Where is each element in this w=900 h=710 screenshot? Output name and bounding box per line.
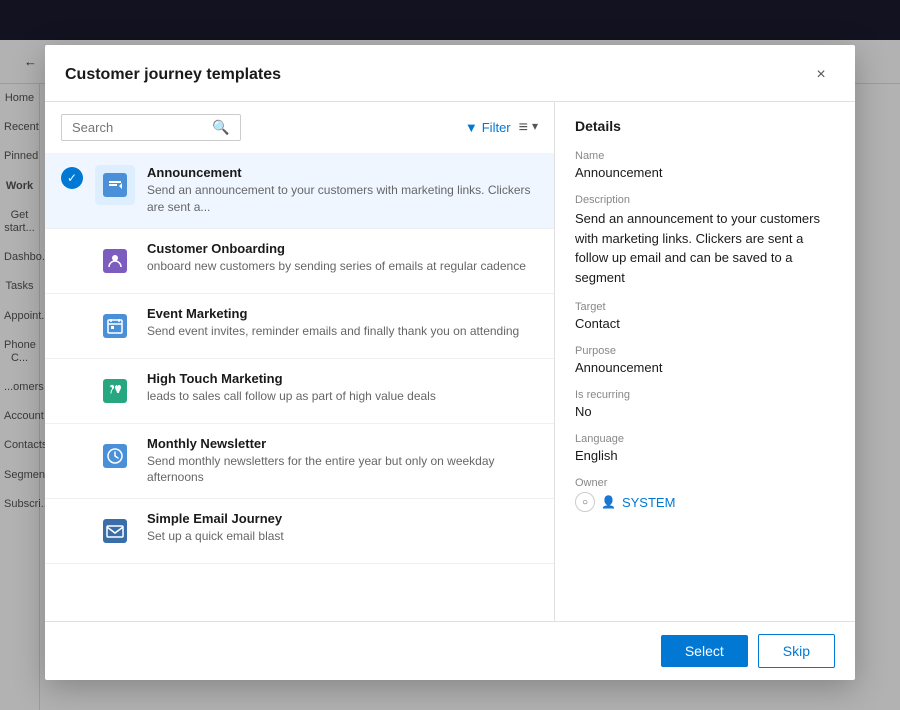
close-icon: × bbox=[816, 66, 825, 84]
select-button[interactable]: Select bbox=[661, 635, 748, 667]
template-desc-high-touch: leads to sales call follow up as part of… bbox=[147, 388, 538, 405]
template-desc-announcement: Send an announcement to your customers w… bbox=[147, 182, 538, 216]
owner-name-value: SYSTEM bbox=[622, 495, 675, 510]
template-icon-announcement bbox=[95, 165, 135, 205]
template-name-announcement: Announcement bbox=[147, 165, 538, 180]
recurring-label: Is recurring bbox=[575, 389, 835, 401]
language-value: English bbox=[575, 448, 835, 463]
template-info-customer-onboarding: Customer Onboarding onboard new customer… bbox=[147, 241, 538, 275]
target-field: Target Contact bbox=[575, 301, 835, 331]
owner-field: Owner ○ 👤 SYSTEM bbox=[575, 477, 835, 512]
modal-title: Customer journey templates bbox=[65, 66, 281, 84]
search-icon: 🔍 bbox=[212, 119, 229, 136]
owner-person-icon: 👤 bbox=[601, 495, 616, 509]
recurring-field: Is recurring No bbox=[575, 389, 835, 419]
template-desc-event-marketing: Send event invites, reminder emails and … bbox=[147, 323, 538, 340]
template-info-event-marketing: Event Marketing Send event invites, remi… bbox=[147, 306, 538, 340]
modal-footer: Select Skip bbox=[45, 621, 855, 680]
template-info-simple-email: Simple Email Journey Set up a quick emai… bbox=[147, 511, 538, 545]
template-icon-event-marketing bbox=[95, 306, 135, 346]
template-desc-customer-onboarding: onboard new customers by sending series … bbox=[147, 258, 538, 275]
template-item-monthly-newsletter[interactable]: Monthly Newsletter Send monthly newslett… bbox=[45, 424, 554, 500]
search-filter-bar: 🔍 ▼ Filter ≡ ▾ bbox=[45, 102, 554, 153]
owner-row: ○ 👤 SYSTEM bbox=[575, 492, 835, 512]
template-name-customer-onboarding: Customer Onboarding bbox=[147, 241, 538, 256]
recurring-value: No bbox=[575, 404, 835, 419]
template-info-monthly-newsletter: Monthly Newsletter Send monthly newslett… bbox=[147, 436, 538, 487]
filter-label: Filter bbox=[482, 120, 511, 135]
template-item-event-marketing[interactable]: Event Marketing Send event invites, remi… bbox=[45, 294, 554, 359]
sort-buttons: ≡ ▾ bbox=[519, 119, 538, 137]
target-label: Target bbox=[575, 301, 835, 313]
template-icon-high-touch bbox=[95, 371, 135, 411]
modal-header: Customer journey templates × bbox=[45, 45, 855, 102]
template-icon-monthly-newsletter bbox=[95, 436, 135, 476]
description-value: Send an announcement to your customers w… bbox=[575, 209, 835, 287]
template-desc-monthly-newsletter: Send monthly newsletters for the entire … bbox=[147, 453, 538, 487]
skip-button[interactable]: Skip bbox=[758, 634, 835, 668]
template-name-monthly-newsletter: Monthly Newsletter bbox=[147, 436, 538, 451]
language-field: Language English bbox=[575, 433, 835, 463]
details-section-title: Details bbox=[575, 118, 835, 134]
template-item-customer-onboarding[interactable]: Customer Onboarding onboard new customer… bbox=[45, 229, 554, 294]
template-item-simple-email[interactable]: Simple Email Journey Set up a quick emai… bbox=[45, 499, 554, 564]
template-icon-simple-email bbox=[95, 511, 135, 551]
target-value: Contact bbox=[575, 316, 835, 331]
template-list: ✓ Announcement Send an announcement to y… bbox=[45, 153, 554, 621]
template-info-high-touch: High Touch Marketing leads to sales call… bbox=[147, 371, 538, 405]
description-field: Description Send an announcement to your… bbox=[575, 194, 835, 287]
customer-journey-templates-modal: Customer journey templates × 🔍 ▼ Filter bbox=[45, 45, 855, 680]
purpose-value: Announcement bbox=[575, 360, 835, 375]
search-input-wrapper: 🔍 bbox=[61, 114, 241, 141]
name-value: Announcement bbox=[575, 165, 835, 180]
template-desc-simple-email: Set up a quick email blast bbox=[147, 528, 538, 545]
modal-body: 🔍 ▼ Filter ≡ ▾ ✓ bbox=[45, 102, 855, 621]
name-label: Name bbox=[575, 150, 835, 162]
filter-button[interactable]: ▼ Filter bbox=[465, 120, 511, 135]
purpose-field: Purpose Announcement bbox=[575, 345, 835, 375]
name-field: Name Announcement bbox=[575, 150, 835, 180]
selected-check-announcement: ✓ bbox=[61, 167, 83, 189]
filter-funnel-icon: ▼ bbox=[465, 120, 478, 135]
sort-dropdown-icon[interactable]: ▾ bbox=[532, 119, 538, 137]
details-panel: Details Name Announcement Description Se… bbox=[555, 102, 855, 621]
description-label: Description bbox=[575, 194, 835, 206]
purpose-label: Purpose bbox=[575, 345, 835, 357]
template-info-announcement: Announcement Send an announcement to you… bbox=[147, 165, 538, 216]
template-item-high-touch[interactable]: High Touch Marketing leads to sales call… bbox=[45, 359, 554, 424]
owner-circle-icon: ○ bbox=[575, 492, 595, 512]
template-name-simple-email: Simple Email Journey bbox=[147, 511, 538, 526]
search-input[interactable] bbox=[72, 120, 212, 135]
filter-area: ▼ Filter ≡ ▾ bbox=[465, 119, 538, 137]
modal-close-button[interactable]: × bbox=[807, 61, 835, 89]
sort-icon[interactable]: ≡ bbox=[519, 119, 528, 137]
template-list-panel: 🔍 ▼ Filter ≡ ▾ ✓ bbox=[45, 102, 555, 621]
template-name-event-marketing: Event Marketing bbox=[147, 306, 538, 321]
template-icon-customer-onboarding bbox=[95, 241, 135, 281]
template-item-announcement[interactable]: ✓ Announcement Send an announcement to y… bbox=[45, 153, 554, 229]
template-name-high-touch: High Touch Marketing bbox=[147, 371, 538, 386]
owner-label: Owner bbox=[575, 477, 835, 489]
language-label: Language bbox=[575, 433, 835, 445]
